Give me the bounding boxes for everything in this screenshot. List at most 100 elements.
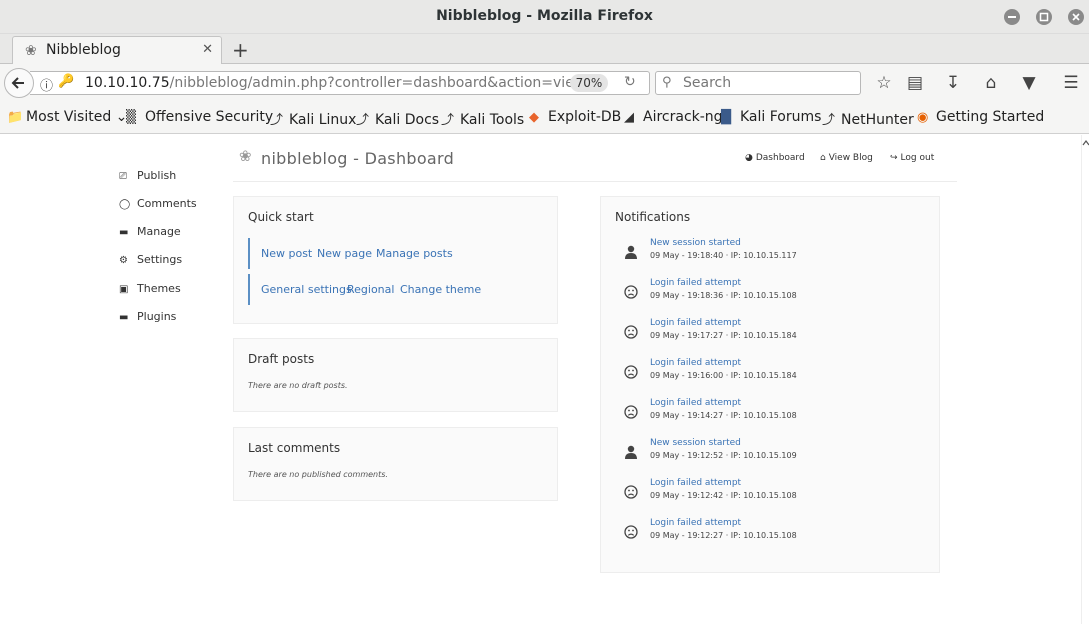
search-placeholder: Search bbox=[683, 75, 732, 91]
quick-start-panel: Quick start New post New page Manage pos… bbox=[233, 196, 558, 324]
bookmark-most-visited[interactable]: 📁 Most Visited ⌄ bbox=[7, 109, 127, 125]
kali-icon: ⤴ bbox=[356, 113, 370, 128]
bookmark-label: Aircrack-ng bbox=[643, 109, 723, 125]
folder-icon: 📁 bbox=[7, 110, 24, 125]
header-link-dashboard[interactable]: ◕ Dashboard bbox=[745, 153, 805, 163]
notification-detail: 09 May - 19:18:40 · IP: 10.10.15.117 bbox=[650, 251, 797, 260]
url-bar[interactable]: ⓘ 🔑 10.10.10.75/nibbleblog/admin.php?con… bbox=[30, 71, 650, 95]
notification-item: Login failed attempt 09 May - 19:18:36 ·… bbox=[619, 278, 919, 308]
new-page-link[interactable]: New page bbox=[317, 247, 372, 260]
last-comments-empty: There are no published comments. bbox=[248, 470, 388, 479]
notification-detail: 09 May - 19:18:36 · IP: 10.10.15.108 bbox=[650, 291, 797, 300]
bookmark-exploit-db[interactable]: ◆ Exploit-DB bbox=[529, 109, 621, 125]
sidebar-item-manage[interactable]: ▬ Manage bbox=[119, 225, 181, 243]
home-icon[interactable]: ⌂ bbox=[980, 73, 1002, 93]
notification-item: Login failed attempt 09 May - 19:14:27 ·… bbox=[619, 398, 919, 428]
notification-detail: 09 May - 19:12:42 · IP: 10.10.15.108 bbox=[650, 491, 797, 500]
notification-title[interactable]: Login failed attempt bbox=[650, 398, 741, 408]
sidebar-item-themes[interactable]: ▣ Themes bbox=[119, 282, 181, 300]
sad-face-icon bbox=[624, 485, 638, 499]
header-link-label: View Blog bbox=[828, 153, 873, 163]
maximize-icon[interactable] bbox=[1036, 9, 1052, 25]
notification-title[interactable]: Login failed attempt bbox=[650, 518, 741, 528]
sidebar-item-label: Comments bbox=[137, 197, 197, 210]
downloads-icon[interactable]: ↧ bbox=[942, 73, 964, 93]
sad-face-icon bbox=[624, 525, 638, 539]
bookmark-nethunter[interactable]: ⤴ NetHunter bbox=[822, 109, 914, 128]
bookmark-star-icon[interactable]: ☆ bbox=[873, 73, 895, 93]
bookmark-offensive-security[interactable]: ▒ Offensive Security bbox=[126, 109, 273, 125]
close-window-icon[interactable] bbox=[1068, 9, 1084, 25]
squirrel-logo-icon: ❀ bbox=[239, 147, 252, 165]
dashboard-header: ❀ nibbleblog - Dashboard ◕ Dashboard ⌂ Vie… bbox=[233, 145, 957, 182]
last-comments-panel: Last comments There are no published com… bbox=[233, 427, 558, 501]
sidebar-item-settings[interactable]: ⚙ Settings bbox=[119, 253, 182, 271]
page-scrollbar[interactable] bbox=[1081, 135, 1089, 624]
bookmark-getting-started[interactable]: ◉ Getting Started bbox=[917, 109, 1044, 125]
minimize-icon[interactable] bbox=[1004, 9, 1020, 25]
bookmark-kali-linux[interactable]: ⤴ Kali Linux bbox=[270, 109, 356, 128]
window-title: Nibbleblog - Mozilla Firefox bbox=[436, 8, 653, 24]
general-settings-link[interactable]: General settings bbox=[261, 283, 352, 296]
sidebar-item-label: Plugins bbox=[137, 310, 177, 323]
sad-face-icon bbox=[624, 365, 638, 379]
bookmark-aircrack-ng[interactable]: ◢ Aircrack-ng bbox=[624, 109, 723, 125]
search-input[interactable]: ⚲ Search bbox=[655, 71, 861, 95]
page-title: nibbleblog - Dashboard bbox=[261, 149, 455, 168]
tab-label: Nibbleblog bbox=[46, 42, 121, 58]
bookmark-label: Kali Linux bbox=[289, 112, 357, 128]
key-icon[interactable]: 🔑 bbox=[58, 74, 74, 89]
notification-title[interactable]: Login failed attempt bbox=[650, 278, 741, 288]
notification-item: Login failed attempt 09 May - 19:12:42 ·… bbox=[619, 478, 919, 508]
sidebar-item-label: Manage bbox=[137, 225, 181, 238]
pocket-icon[interactable]: ▼ bbox=[1018, 73, 1040, 93]
back-button[interactable] bbox=[4, 68, 34, 98]
folder-icon: ▬ bbox=[119, 227, 129, 238]
bookmark-kali-docs[interactable]: ⤴ Kali Docs bbox=[356, 109, 439, 128]
sad-face-icon bbox=[624, 405, 638, 419]
manage-posts-link[interactable]: Manage posts bbox=[376, 247, 453, 260]
sidebar-item-label: Settings bbox=[137, 253, 183, 266]
notification-title[interactable]: New session started bbox=[650, 438, 741, 448]
quick-start-row: New post New page Manage posts bbox=[248, 238, 453, 269]
header-link-log-out[interactable]: ↪ Log out bbox=[890, 153, 934, 163]
menu-icon[interactable]: ☰ bbox=[1060, 73, 1082, 93]
notification-detail: 09 May - 19:14:27 · IP: 10.10.15.108 bbox=[650, 411, 797, 420]
logout-icon: ↪ bbox=[890, 153, 898, 163]
notification-detail: 09 May - 19:12:52 · IP: 10.10.15.109 bbox=[650, 451, 797, 460]
notification-detail: 09 May - 19:16:00 · IP: 10.10.15.184 bbox=[650, 371, 797, 380]
info-icon[interactable]: ⓘ bbox=[40, 75, 53, 94]
header-link-view-blog[interactable]: ⌂ View Blog bbox=[820, 153, 873, 163]
url-text[interactable]: 10.10.10.75/nibbleblog/admin.php?control… bbox=[85, 75, 585, 91]
aircrack-icon: ◢ bbox=[624, 110, 634, 125]
sidebar-item-comments[interactable]: ◯ Comments bbox=[119, 197, 197, 215]
bookmark-kali-tools[interactable]: ⤴ Kali Tools bbox=[441, 109, 524, 128]
new-tab-icon[interactable]: + bbox=[232, 38, 249, 62]
regional-link[interactable]: Regional bbox=[347, 283, 394, 296]
nav-toolbar: ⓘ 🔑 10.10.10.75/nibbleblog/admin.php?con… bbox=[0, 64, 1089, 102]
bookmark-label: Kali Forums bbox=[740, 109, 822, 125]
zoom-indicator[interactable]: 70% bbox=[570, 74, 608, 92]
sidebar-item-publish[interactable]: ⎚ Publish bbox=[119, 169, 176, 187]
search-icon: ⚲ bbox=[662, 75, 672, 90]
sidebar-item-plugins[interactable]: ▬ Plugins bbox=[119, 310, 176, 328]
kali-icon: ⤴ bbox=[822, 113, 836, 128]
new-post-link[interactable]: New post bbox=[261, 247, 312, 260]
header-link-label: Log out bbox=[900, 153, 935, 163]
reading-list-icon[interactable]: ▤ bbox=[904, 73, 926, 93]
notification-title[interactable]: Login failed attempt bbox=[650, 358, 741, 368]
scroll-up-icon[interactable] bbox=[1082, 138, 1089, 148]
browser-tab[interactable]: ❀ Nibbleblog ✕ bbox=[12, 36, 222, 65]
reload-icon[interactable]: ↻ bbox=[624, 74, 636, 90]
notification-title[interactable]: Login failed attempt bbox=[650, 478, 741, 488]
change-theme-link[interactable]: Change theme bbox=[400, 283, 481, 296]
notification-item: Login failed attempt 09 May - 19:16:00 ·… bbox=[619, 358, 919, 388]
notification-item: Login failed attempt 09 May - 19:17:27 ·… bbox=[619, 318, 919, 348]
close-tab-icon[interactable]: ✕ bbox=[202, 42, 213, 57]
draft-posts-empty: There are no draft posts. bbox=[248, 381, 348, 390]
kali-forums-icon: █ bbox=[721, 110, 731, 125]
last-comments-title: Last comments bbox=[248, 441, 341, 455]
notification-title[interactable]: Login failed attempt bbox=[650, 318, 741, 328]
bookmark-kali-forums[interactable]: █ Kali Forums bbox=[721, 109, 821, 125]
notification-title[interactable]: New session started bbox=[650, 238, 741, 248]
